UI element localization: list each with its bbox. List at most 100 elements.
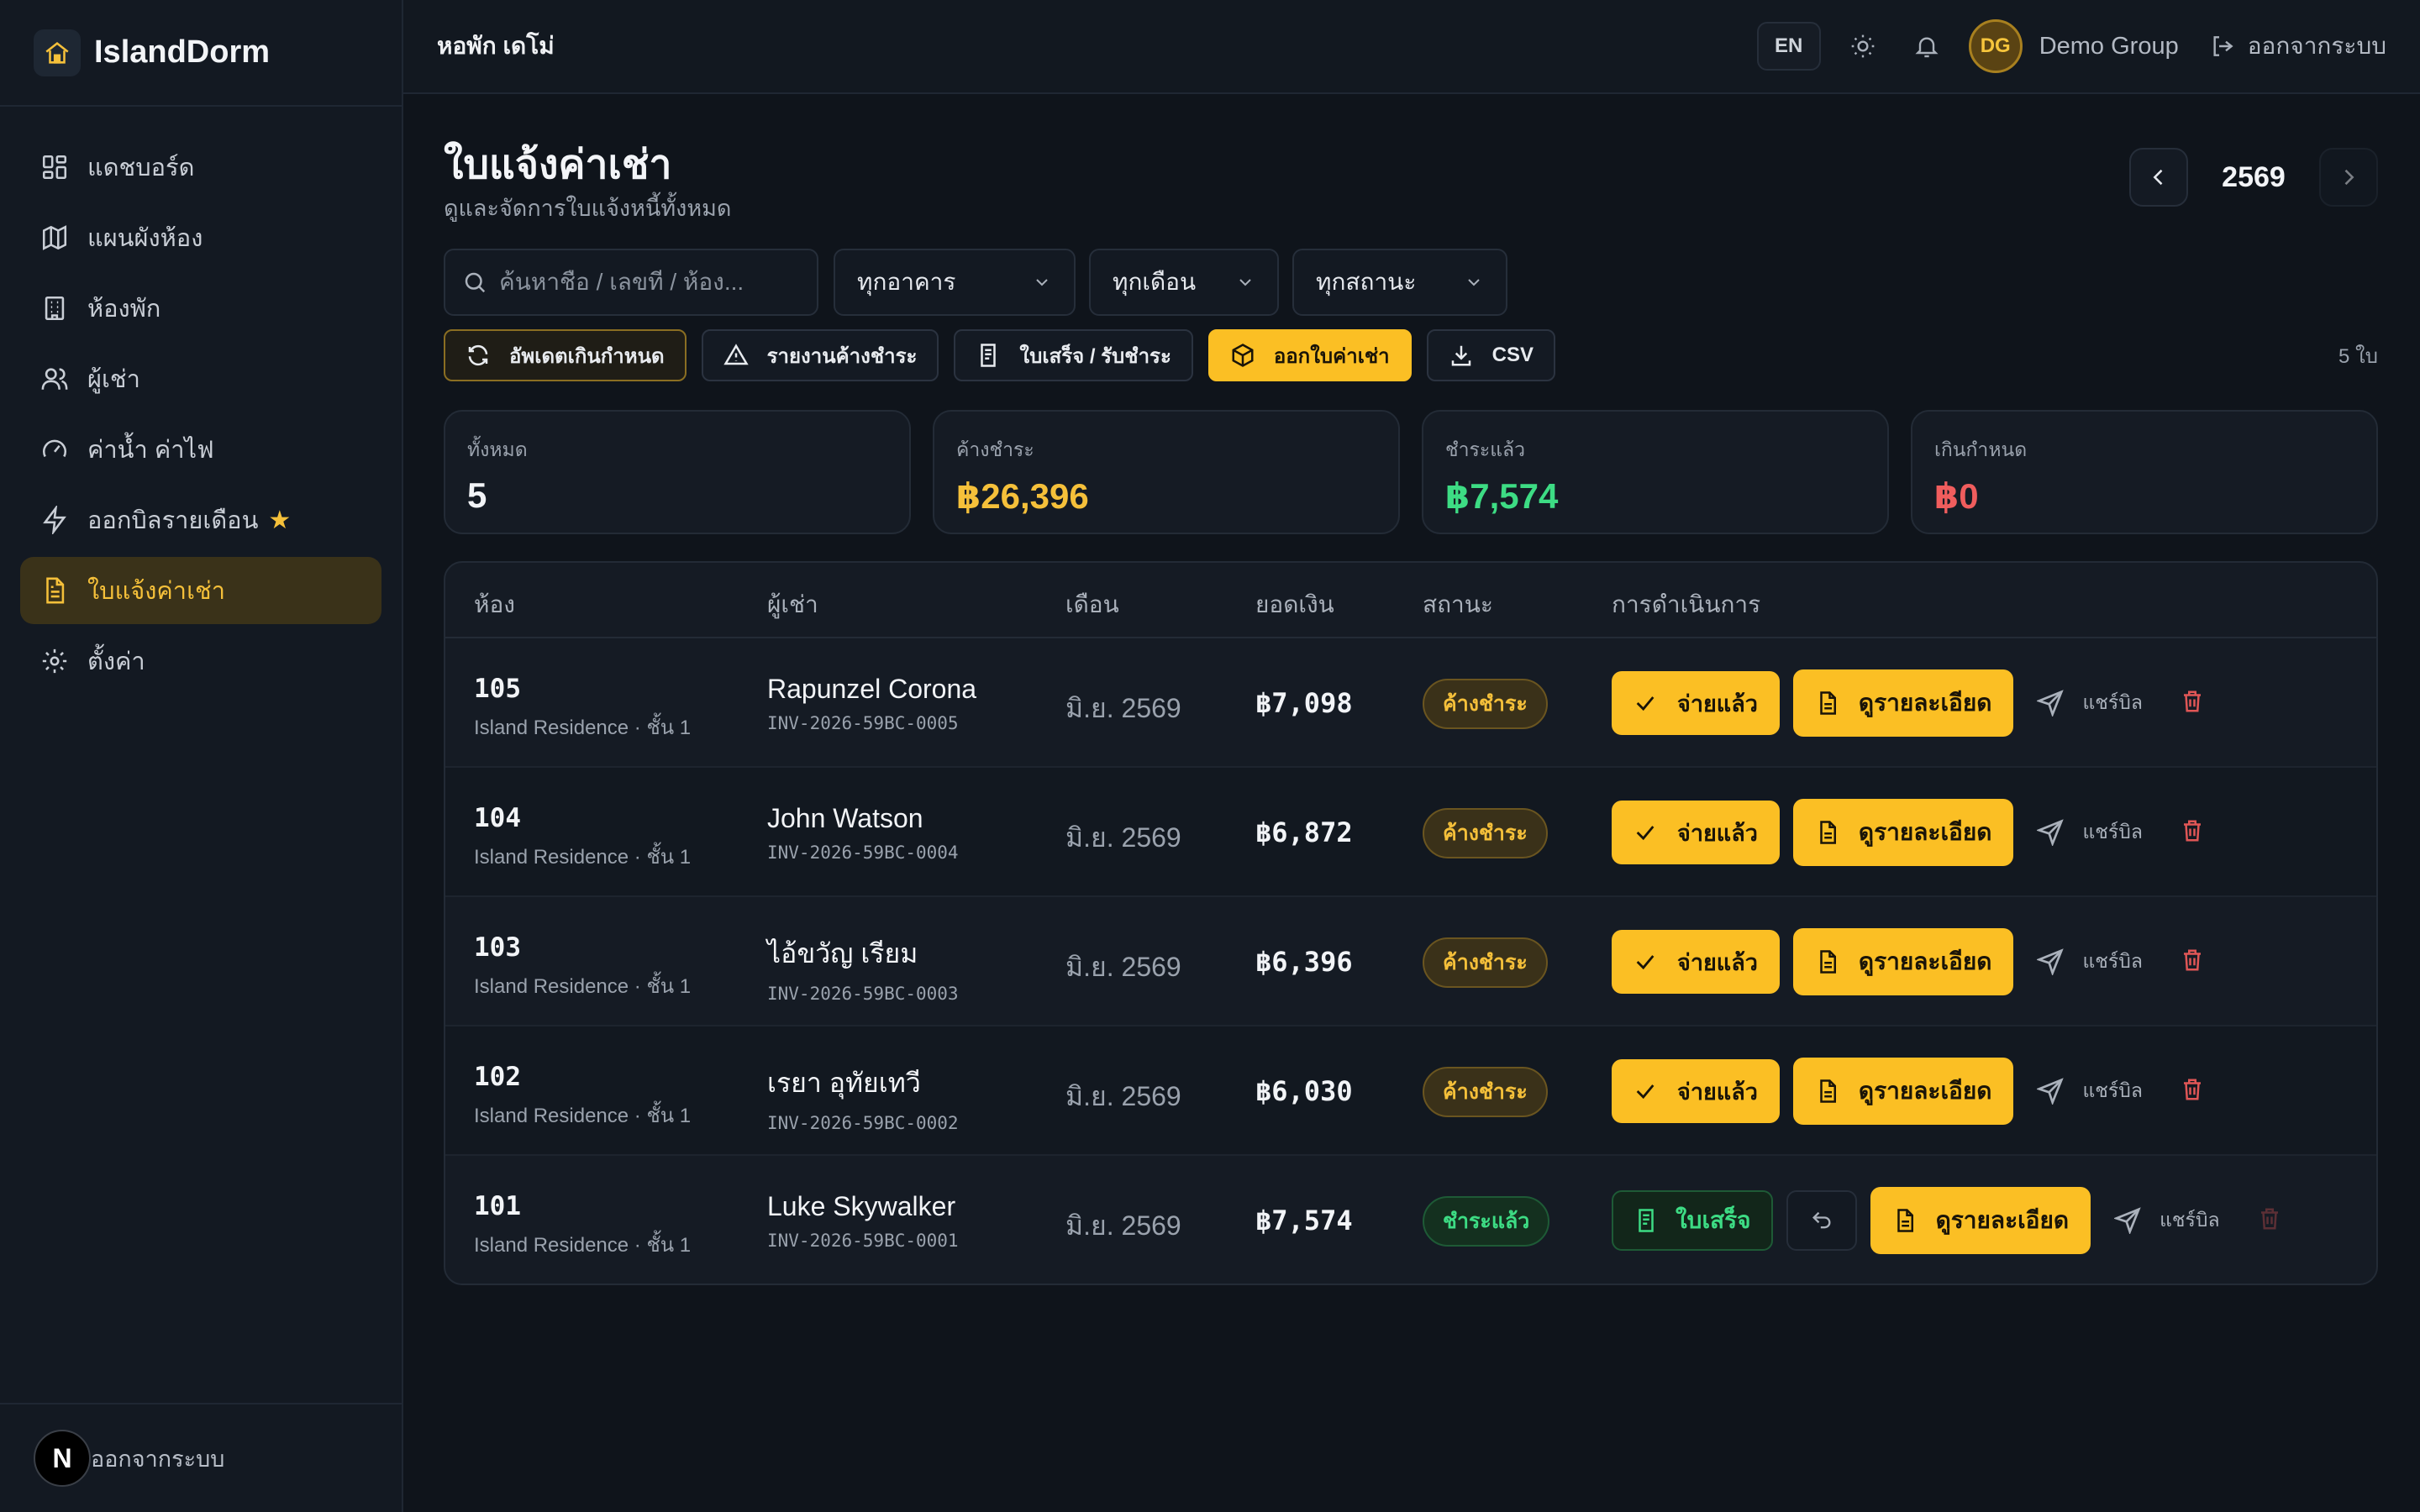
mark-paid-button[interactable]: จ่ายแล้ว bbox=[1612, 801, 1780, 864]
next-badge[interactable]: N bbox=[34, 1430, 91, 1487]
table-header: ห้อง ผู้เช่า เดือน ยอดเงิน สถานะ การดำเน… bbox=[445, 563, 2376, 638]
room-cell: 103 Island Residence · ชั้น 1 bbox=[474, 932, 691, 1002]
sidebar-item-utilities[interactable]: ค่าน้ำ ค่าไฟ bbox=[20, 416, 381, 483]
month-select[interactable]: ทุกเดือน bbox=[1089, 249, 1279, 316]
action-bar: อัพเดตเกินกำหนด รายงานค้างชำระ ใบเสร็จ /… bbox=[444, 329, 2378, 381]
theme-toggle-button[interactable] bbox=[1841, 24, 1885, 68]
view-detail-button[interactable]: ดูรายละเอียด bbox=[1792, 928, 2014, 995]
sidebar-item-tenants[interactable]: ผู้เช่า bbox=[20, 345, 381, 412]
logout-button[interactable]: ออกจากระบบ bbox=[2209, 28, 2386, 65]
stat-value: ฿26,396 bbox=[956, 476, 1089, 516]
stat-label: เกินกำหนด bbox=[1934, 438, 2028, 460]
receipt-icon bbox=[1639, 1209, 1654, 1232]
room-location: Island Residence · ชั้น 1 bbox=[474, 975, 692, 998]
undo-payment-button[interactable] bbox=[1786, 1190, 1857, 1251]
prev-year-button[interactable] bbox=[2129, 148, 2188, 207]
sidebar-item-label: ค่าน้ำ ค่าไฟ bbox=[87, 437, 214, 464]
lightning-icon bbox=[43, 506, 66, 534]
update-overdue-button[interactable]: อัพเดตเกินกำหนด bbox=[444, 329, 687, 381]
share-bill-button[interactable]: แชร์บิล bbox=[2037, 817, 2143, 848]
dorm-name: หอพัก เดโม่ bbox=[437, 33, 555, 59]
room-location: Island Residence · ชั้น 1 bbox=[474, 717, 692, 739]
receipts-button[interactable]: ใบเสร็จ / รับชำระ bbox=[954, 329, 1193, 381]
brand[interactable]: IslandDorm bbox=[0, 0, 402, 107]
arrears-report-button[interactable]: รายงานค้างชำระ bbox=[701, 329, 939, 381]
tenant-name: Rapunzel Corona bbox=[767, 674, 977, 704]
share-bill-button[interactable]: แชร์บิล bbox=[2037, 688, 2143, 718]
month-cell: มิ.ย. 2569 bbox=[1065, 952, 1181, 982]
view-detail-button[interactable]: ดูรายละเอียด bbox=[1792, 1058, 2014, 1125]
amount-cell: ฿6,396 bbox=[1255, 946, 1353, 978]
share-bill-button[interactable]: แชร์บิล bbox=[2114, 1205, 2220, 1236]
month-cell: มิ.ย. 2569 bbox=[1065, 1081, 1181, 1111]
language-toggle-button[interactable]: EN bbox=[1756, 22, 1821, 71]
notifications-button[interactable] bbox=[1905, 24, 1949, 68]
sidebar-item-settings[interactable]: ตั้งค่า bbox=[20, 627, 381, 695]
package-icon bbox=[1232, 344, 1254, 367]
sidebar-item-label: ใบแจ้งค่าเช่า bbox=[87, 578, 225, 605]
undo-icon bbox=[1812, 1211, 1831, 1229]
stat-label: ค้างชำระ bbox=[956, 438, 1034, 460]
mark-paid-button[interactable]: จ่ายแล้ว bbox=[1612, 930, 1780, 994]
mark-paid-button[interactable]: จ่ายแล้ว bbox=[1612, 671, 1780, 735]
year-value: 2569 bbox=[2222, 160, 2286, 193]
invoice-table: ห้อง ผู้เช่า เดือน ยอดเงิน สถานะ การดำเน… bbox=[444, 561, 2378, 1285]
header-amount: ยอดเงิน bbox=[1255, 591, 1334, 617]
send-icon bbox=[2037, 819, 2065, 846]
amount-cell: ฿7,098 bbox=[1255, 687, 1353, 719]
share-bill-label: แชร์บิล bbox=[2082, 821, 2143, 843]
sidebar-item-label: ผู้เช่า bbox=[87, 366, 140, 393]
trash-icon bbox=[2260, 1208, 2278, 1229]
receipt-icon bbox=[981, 344, 997, 367]
delete-button[interactable] bbox=[2180, 1077, 2205, 1106]
sidebar-item-room-map[interactable]: แผนผังห้อง bbox=[20, 204, 381, 271]
view-detail-button[interactable]: ดูรายละเอียด bbox=[1792, 799, 2014, 866]
warning-icon bbox=[723, 344, 749, 365]
send-icon bbox=[2037, 690, 2065, 717]
avatar[interactable]: DG bbox=[1968, 19, 2023, 73]
view-detail-button[interactable]: ดูรายละเอียด bbox=[1870, 1187, 2091, 1254]
room-number: 102 bbox=[474, 1062, 521, 1092]
search-input[interactable] bbox=[499, 269, 802, 296]
next-year-button[interactable] bbox=[2319, 148, 2378, 207]
sidebar-item-monthly-billing[interactable]: ออกบิลรายเดือน ★ bbox=[20, 486, 381, 554]
delete-button[interactable] bbox=[2180, 818, 2205, 848]
share-bill-button[interactable]: แชร์บิล bbox=[2037, 1076, 2143, 1106]
invoice-number: INV-2026-59BC-0005 bbox=[767, 713, 959, 733]
send-icon bbox=[2114, 1207, 2141, 1234]
sidebar-item-rooms[interactable]: ห้องพัก bbox=[20, 275, 381, 342]
map-icon bbox=[42, 225, 67, 250]
csv-export-button[interactable]: CSV bbox=[1426, 329, 1556, 381]
invoice-number: INV-2026-59BC-0004 bbox=[767, 843, 959, 863]
stat-value: 5 bbox=[467, 475, 487, 515]
tenant-name: เรยา อุทัยเทวี bbox=[767, 1068, 921, 1098]
sidebar-item-invoices[interactable]: ใบแจ้งค่าเช่า bbox=[20, 557, 381, 624]
update-overdue-label: อัพเดตเกินกำหนด bbox=[509, 344, 665, 368]
issue-invoice-button[interactable]: ออกใบค่าเช่า bbox=[1207, 329, 1412, 381]
trash-icon bbox=[2183, 690, 2201, 711]
status-badge: ค้างชำระ bbox=[1423, 1067, 1548, 1117]
room-cell: 102 Island Residence · ชั้น 1 bbox=[474, 1062, 691, 1131]
view-detail-label: ดูรายละเอียด bbox=[1935, 1207, 2070, 1233]
share-bill-button[interactable]: แชร์บิล bbox=[2037, 947, 2143, 977]
dashboard-icon bbox=[42, 155, 67, 180]
building-select[interactable]: ทุกอาคาร bbox=[834, 249, 1076, 316]
delete-button[interactable] bbox=[2180, 948, 2205, 977]
building-select-value: ทุกอาคาร bbox=[857, 269, 956, 295]
chevron-down-icon bbox=[1036, 279, 1048, 286]
sidebar-item-label: แดชบอร์ด bbox=[87, 155, 195, 181]
mark-paid-label: จ่ายแล้ว bbox=[1677, 1079, 1758, 1105]
receipt-label: ใบเสร็จ bbox=[1676, 1207, 1751, 1233]
invoice-number: INV-2026-59BC-0001 bbox=[767, 1231, 959, 1251]
delete-button[interactable] bbox=[2180, 689, 2205, 718]
mark-paid-button[interactable]: จ่ายแล้ว bbox=[1612, 1059, 1780, 1123]
row-actions: จ่ายแล้ว ดูรายละเอียด แชร์บิล bbox=[1612, 1057, 2205, 1126]
sidebar-item-dashboard[interactable]: แดชบอร์ด bbox=[20, 134, 381, 201]
table-row: 103 Island Residence · ชั้น 1 ไอ้ขวัญ เร… bbox=[445, 897, 2376, 1026]
status-select[interactable]: ทุกสถานะ bbox=[1292, 249, 1507, 316]
view-detail-button[interactable]: ดูรายละเอียด bbox=[1792, 669, 2014, 737]
receipt-button[interactable]: ใบเสร็จ bbox=[1612, 1190, 1773, 1251]
sidebar-logout-link[interactable]: ออกจากระบบ bbox=[91, 1441, 224, 1477]
stats-row: ทั้งหมด 5 ค้างชำระ ฿26,396 ชำระแล้ว ฿7,5… bbox=[444, 410, 2378, 534]
month-select-value: ทุกเดือน bbox=[1113, 269, 1197, 295]
